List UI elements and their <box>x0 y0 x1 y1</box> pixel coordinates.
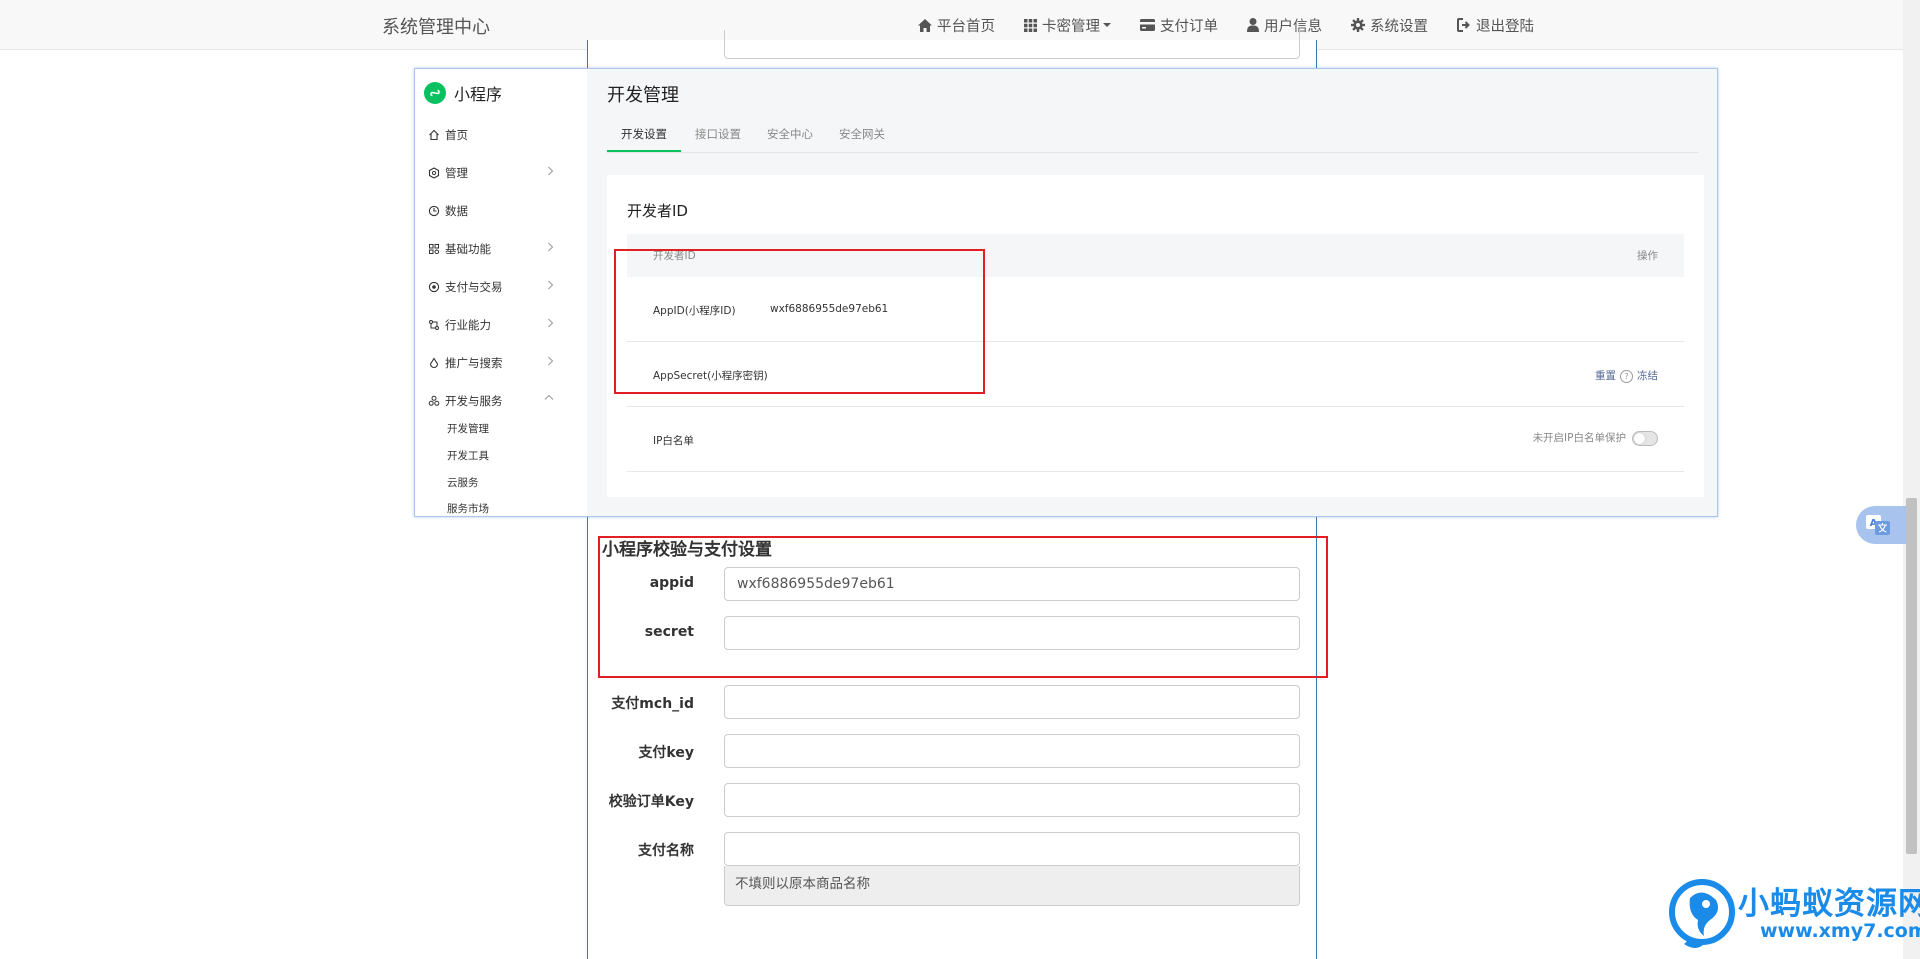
drop-icon <box>429 357 439 369</box>
mp-menu-dev-service[interactable]: 开发与服务 <box>428 393 554 409</box>
hexagon-icon <box>428 167 440 179</box>
mp-tab-security-gateway[interactable]: 安全网关 <box>825 124 899 150</box>
mp-tab-api-settings[interactable]: 接口设置 <box>681 124 755 150</box>
pay-name-label: 支付名称 <box>638 843 694 859</box>
pay-key-input[interactable] <box>724 734 1300 768</box>
mp-menu-label: 数据 <box>445 204 468 218</box>
mp-sidebar: 小程序 首页 管理 数据 基础功能 支付与交易 行业能力 推广与搜索 开发与服务… <box>415 69 587 516</box>
apps-icon <box>429 244 440 255</box>
mp-menu-label: 支付与交易 <box>445 280 503 294</box>
watermark-text: 小蚂蚁资源网 <box>1738 886 1920 922</box>
mp-subitem-dev-tools[interactable]: 开发工具 <box>447 448 489 463</box>
chevron-up-icon <box>544 394 554 400</box>
mp-subitem-market[interactable]: 服务市场 <box>447 501 489 516</box>
verify-order-key-label: 校验订单Key <box>608 794 694 810</box>
chevron-right-icon <box>548 356 554 366</box>
nav-item-label: 退出登陆 <box>1476 18 1534 35</box>
mp-menu-label: 基础功能 <box>445 242 491 256</box>
mp-menu-label: 行业能力 <box>445 318 491 332</box>
mp-appsecret-actions: 重置? 冻结 <box>1595 368 1658 383</box>
ant-logo-icon <box>1669 879 1735 948</box>
mp-ip-whitelist-toggle-wrap: 未开启IP白名单保护 <box>1533 430 1658 446</box>
mp-freeze-link[interactable]: 冻结 <box>1637 370 1658 382</box>
navbar-brand[interactable]: 系统管理中心 <box>382 13 490 39</box>
chevron-right-icon <box>548 166 554 176</box>
mp-row-name: IP白名单 <box>653 435 694 447</box>
mp-logo: 小程序 <box>424 81 502 105</box>
mp-menu-label: 推广与搜索 <box>445 356 503 370</box>
mp-tab-dev-settings[interactable]: 开发设置 <box>607 124 681 152</box>
mp-menu-label: 管理 <box>445 166 468 180</box>
gear-icon <box>1351 18 1365 32</box>
highlight-box-screenshot <box>614 249 985 394</box>
pay-key-label: 支付key <box>638 745 694 761</box>
link-icon <box>429 320 439 330</box>
chevron-right-icon <box>548 280 554 290</box>
coin-icon <box>428 281 440 293</box>
mp-menu-basic-functions[interactable]: 基础功能 <box>428 241 554 257</box>
mp-menu-data[interactable]: 数据 <box>428 203 554 219</box>
chevron-right-icon <box>548 242 554 252</box>
clock-icon <box>428 205 440 217</box>
mp-row-ip-whitelist: IP白名单 未开启IP白名单保护 <box>627 407 1684 472</box>
translate-icon: A <box>1866 515 1890 535</box>
page-scrollbar[interactable] <box>1903 0 1920 959</box>
pay-name-input[interactable] <box>724 832 1300 866</box>
pay-name-help-text: 不填则以原本商品名称 <box>724 866 1300 906</box>
watermark-url: www.xmy7.com <box>1760 920 1920 942</box>
caret-down-icon <box>1103 23 1111 27</box>
mch-id-input[interactable] <box>724 685 1300 719</box>
mp-menu-promotion[interactable]: 推广与搜索 <box>428 355 554 371</box>
highlight-box-form <box>598 536 1328 678</box>
watermark: 小蚂蚁资源网 www.xmy7.com <box>1664 872 1920 959</box>
scrollbar-thumb[interactable] <box>1906 498 1917 854</box>
mp-menu-pay-trade[interactable]: 支付与交易 <box>428 279 554 295</box>
mp-tabs: 开发设置 接口设置 安全中心 安全网关 <box>607 124 1699 153</box>
mp-subitem-cloud[interactable]: 云服务 <box>447 475 479 490</box>
mp-menu-manage[interactable]: 管理 <box>428 165 554 181</box>
logout-icon <box>1457 18 1470 32</box>
mp-col-header-action: 操作 <box>1637 250 1658 262</box>
cluster-icon <box>428 395 440 406</box>
mp-logo-text: 小程序 <box>454 85 503 104</box>
verify-order-key-input[interactable] <box>724 783 1300 817</box>
mp-menu-home[interactable]: 首页 <box>428 127 554 143</box>
mp-menu-label: 首页 <box>445 128 468 142</box>
nav-item-logout[interactable]: 退出登陆 <box>1457 15 1534 36</box>
previous-field-input[interactable] <box>724 30 1300 59</box>
wechat-dev-screenshot: 小程序 首页 管理 数据 基础功能 支付与交易 行业能力 推广与搜索 开发与服务… <box>414 68 1718 517</box>
mp-reset-link[interactable]: 重置 <box>1595 370 1616 382</box>
chevron-right-icon <box>548 318 554 328</box>
mp-menu-label: 开发与服务 <box>445 394 503 408</box>
help-circle-icon[interactable]: ? <box>1620 369 1633 383</box>
mp-toggle-label: 未开启IP白名单保护 <box>1532 432 1626 444</box>
mp-ip-whitelist-toggle[interactable] <box>1632 430 1658 446</box>
mp-page-title: 开发管理 <box>607 85 679 106</box>
mp-menu-industry[interactable]: 行业能力 <box>428 317 554 333</box>
mp-card-title: 开发者ID <box>627 202 688 220</box>
nav-item-label: 系统设置 <box>1370 18 1428 35</box>
mp-tab-security-center[interactable]: 安全中心 <box>753 124 827 150</box>
home-icon <box>429 129 439 141</box>
mch-id-label: 支付mch_id <box>611 696 694 712</box>
mp-logo-icon <box>424 82 446 104</box>
nav-item-system-settings[interactable]: 系统设置 <box>1351 15 1428 36</box>
mp-subitem-dev-manage[interactable]: 开发管理 <box>447 421 489 436</box>
translate-button[interactable]: A <box>1856 506 1906 544</box>
